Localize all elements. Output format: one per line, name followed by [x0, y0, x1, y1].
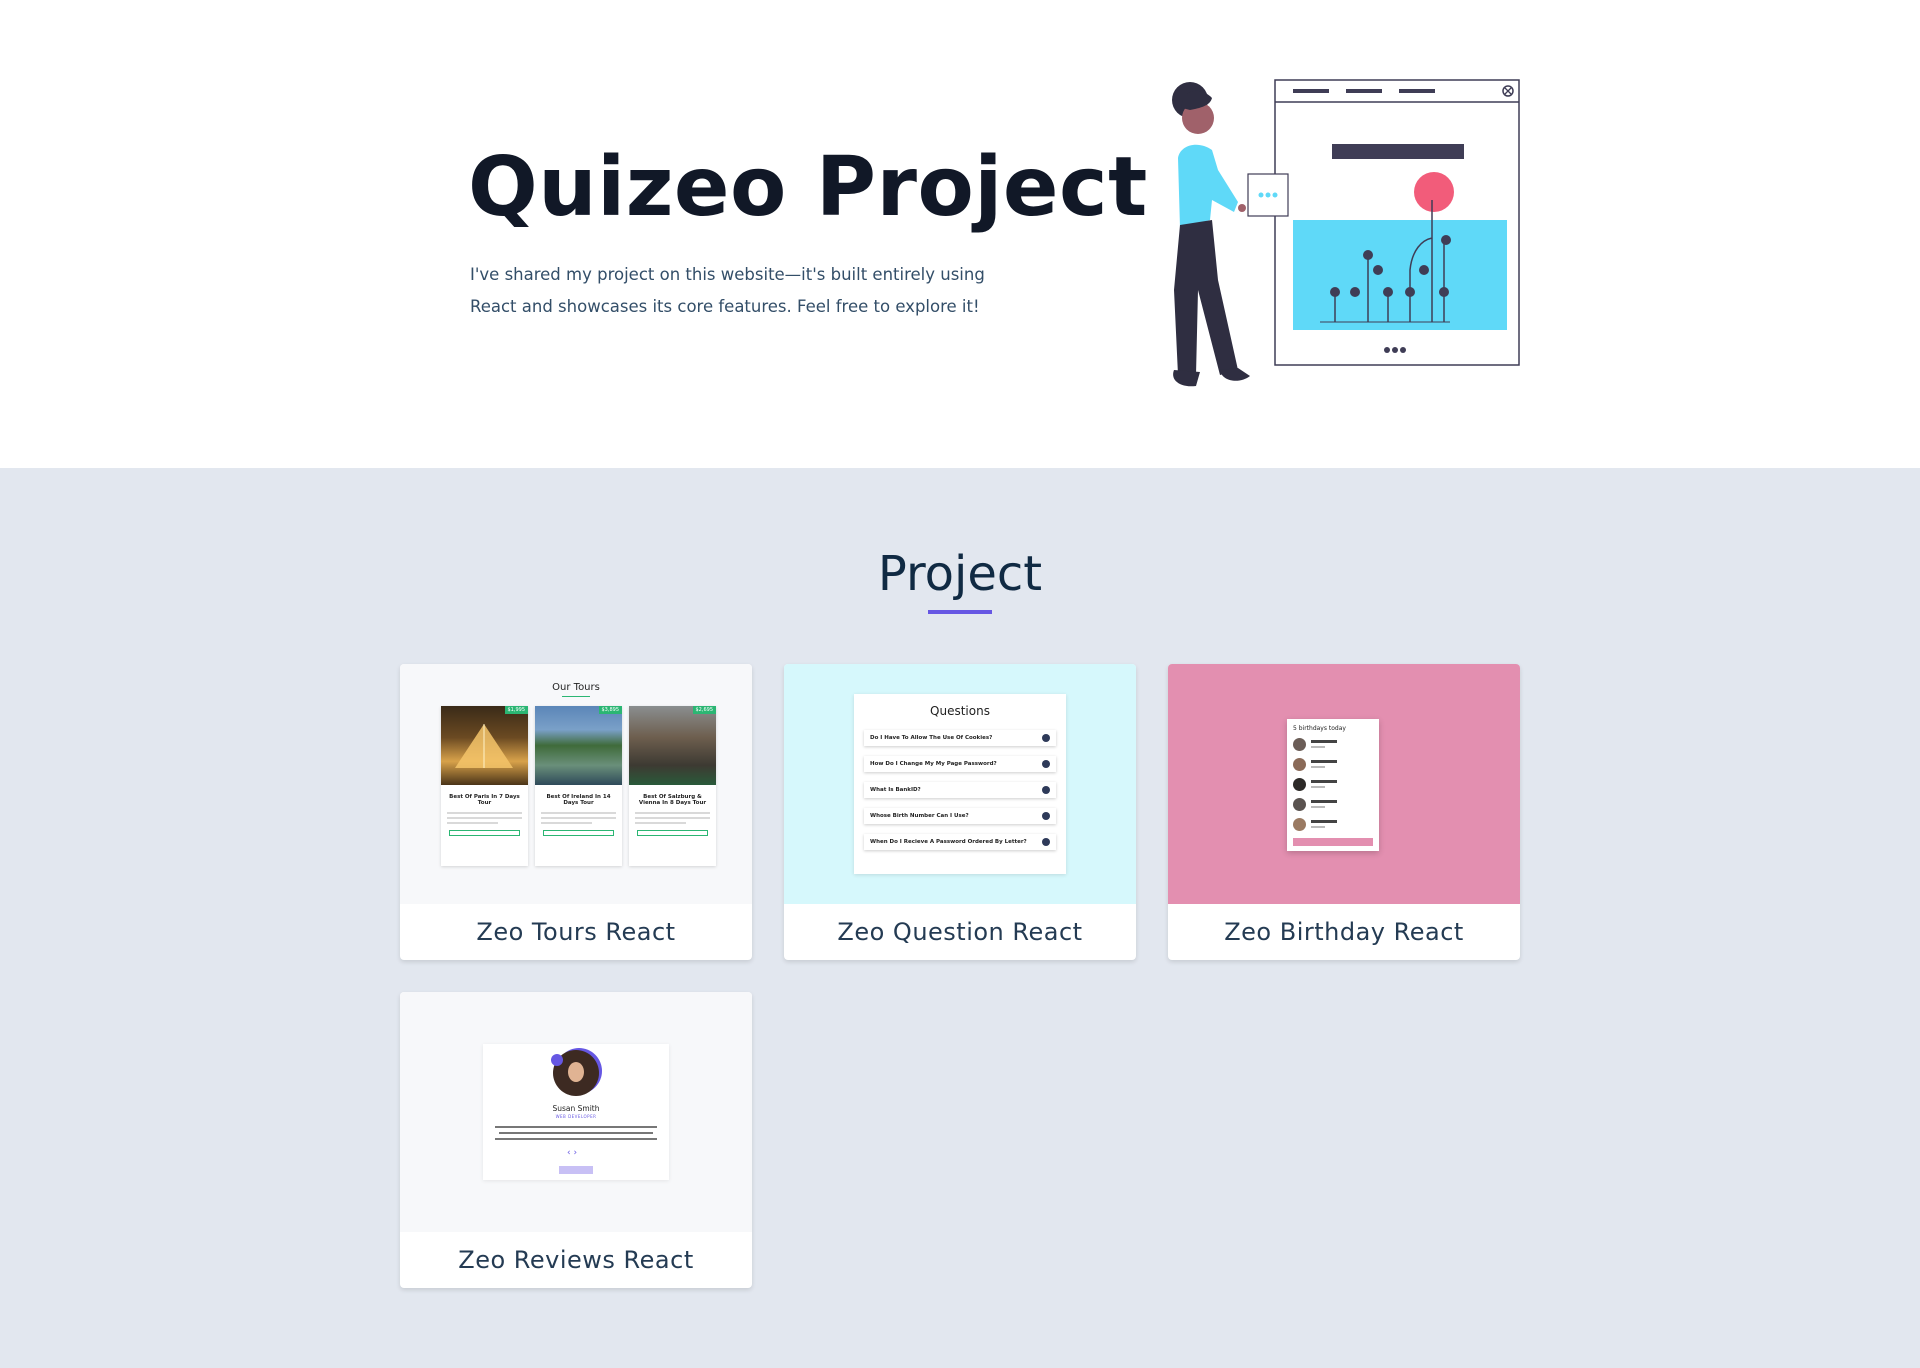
hero-section: Quizeo Project I've shared my project on…: [0, 0, 1920, 468]
project-card-tours[interactable]: Our Tours $1,995 Best Of Paris In 7 Days…: [400, 664, 752, 960]
tour-not-interested-button: [637, 830, 708, 836]
reviews-preview: Susan Smith WEB DEVELOPER ‹ ›: [483, 1044, 669, 1180]
question-row: Do I Have To Allow The Use Of Cookies?: [864, 730, 1056, 746]
project-thumbnail-questions: Questions Do I Have To Allow The Use Of …: [784, 664, 1136, 904]
tour-name: Best Of Paris In 7 Days Tour: [449, 794, 520, 806]
project-thumbnail-birthday: 5 birthdays today: [1168, 664, 1520, 904]
hero-title: Quizeo Project: [468, 140, 1148, 235]
birthday-person: [1293, 815, 1379, 835]
tour-preview-card: $2,695 Best Of Salzburg & Vienna In 8 Da…: [629, 706, 716, 866]
project-card-reviews[interactable]: Susan Smith WEB DEVELOPER ‹ › Zeo Review…: [400, 992, 752, 1288]
hero-description: I've shared my project on this website—i…: [470, 265, 985, 316]
tour-price: $1,995: [504, 706, 528, 714]
birthday-person: [1293, 795, 1379, 815]
birthday-preview: 5 birthdays today: [1287, 719, 1379, 851]
tour-preview-card: $1,995 Best Of Paris In 7 Days Tour: [441, 706, 528, 866]
section-title: Project: [877, 546, 1043, 602]
tour-price: $3,895: [598, 706, 622, 714]
project-card-birthday[interactable]: 5 birthdays today Zeo Birthday React: [1168, 664, 1520, 960]
birthday-preview-heading: 5 birthdays today: [1293, 725, 1346, 732]
reviewer-name: Susan Smith: [552, 1104, 600, 1113]
question-row: When Do I Recieve A Password Ordered By …: [864, 834, 1056, 850]
surprise-me-button: [559, 1166, 593, 1174]
reviewer-job: WEB DEVELOPER: [555, 1114, 597, 1119]
projects-section: Project Our Tours $1,995 Best Of Paris I…: [0, 468, 1920, 1368]
project-title: Zeo Question React: [837, 918, 1083, 946]
project-title: Zeo Tours React: [476, 918, 676, 946]
birthday-clear-button: [1293, 838, 1373, 846]
tour-name: Best Of Salzburg & Vienna In 8 Days Tour: [638, 794, 707, 806]
birthday-person: [1293, 735, 1379, 755]
tour-photo: $3,895: [535, 706, 622, 785]
tour-photo: $2,695: [629, 706, 716, 785]
birthday-person: [1293, 775, 1379, 795]
tour-name: Best Of Ireland In 14 Days Tour: [546, 794, 611, 806]
tour-photo: $1,995: [441, 706, 528, 785]
project-thumbnail-reviews: Susan Smith WEB DEVELOPER ‹ ›: [400, 992, 752, 1232]
question-row: What Is BankID?: [864, 782, 1056, 798]
tours-preview-underline: [562, 696, 590, 697]
question-row: Whose Birth Number Can I Use?: [864, 808, 1056, 824]
section-title-underline: [928, 610, 992, 614]
question-row: How Do I Change My My Page Password?: [864, 756, 1056, 772]
project-card-questions[interactable]: Questions Do I Have To Allow The Use Of …: [784, 664, 1136, 960]
tour-not-interested-button: [449, 830, 520, 836]
project-title: Zeo Birthday React: [1224, 918, 1464, 946]
hero-illustration: [1172, 79, 1520, 387]
tour-price: $2,695: [692, 706, 716, 714]
tour-not-interested-button: [543, 830, 614, 836]
project-title: Zeo Reviews React: [458, 1246, 694, 1274]
questions-preview-heading: Questions: [930, 704, 990, 718]
birthday-person: [1293, 755, 1379, 775]
project-thumbnail-tours: Our Tours $1,995 Best Of Paris In 7 Days…: [400, 664, 752, 904]
tours-preview-heading: Our Tours: [552, 682, 600, 693]
review-arrows-icon: ‹ ›: [567, 1148, 578, 1158]
quote-icon: [551, 1054, 563, 1066]
tour-preview-card: $3,895 Best Of Ireland In 14 Days Tour: [535, 706, 622, 866]
questions-preview: Questions Do I Have To Allow The Use Of …: [854, 694, 1066, 874]
